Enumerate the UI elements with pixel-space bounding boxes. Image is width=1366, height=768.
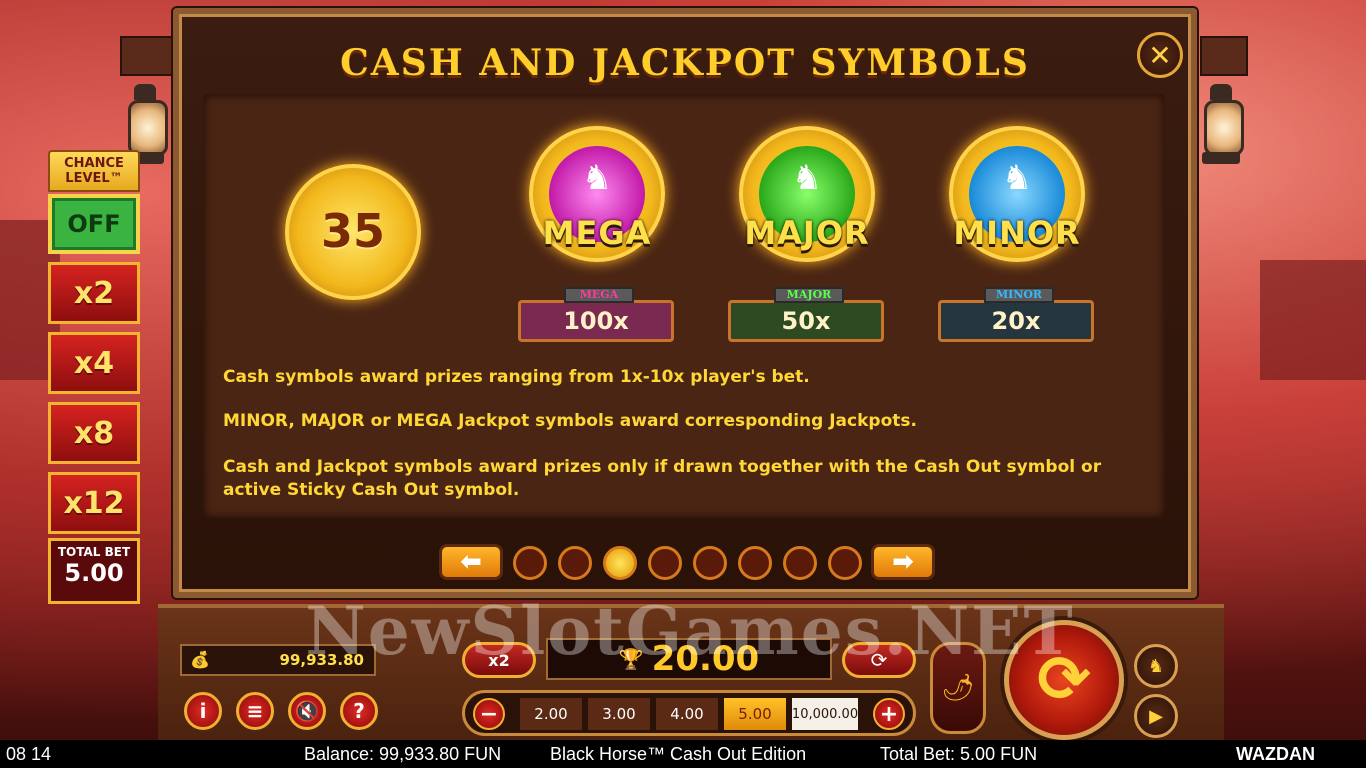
win-display: 🏆 20.00 xyxy=(546,638,832,680)
bet-option-3[interactable]: 4.00 xyxy=(655,697,719,731)
mesa-right xyxy=(1260,260,1366,380)
bet-option-2[interactable]: 3.00 xyxy=(587,697,651,731)
bet-selector: − 2.00 3.00 4.00 5.00 10,000.00 + xyxy=(462,690,916,736)
status-balance: Balance: 99,933.80 FUN xyxy=(304,744,502,764)
control-bar: 💰 99,933.80 i ≡ 🔇 ? x2 🏆 20.00 ⟳ − 2.00 … xyxy=(158,604,1224,744)
bet-increase-button[interactable]: + xyxy=(873,698,905,730)
minor-plate: MINOR 20x xyxy=(938,287,1094,342)
major-plate-value: 50x xyxy=(781,307,831,335)
bet-option-4-selected[interactable]: 5.00 xyxy=(723,697,787,731)
horse-icon: ♞ xyxy=(1001,158,1033,198)
help-button[interactable]: ? xyxy=(340,692,378,730)
money-bag-icon: 💰 xyxy=(190,650,210,669)
bet-decrease-button[interactable]: − xyxy=(473,698,505,730)
chance-level-panel: CHANCE LEVEL™ OFF x2 x4 x8 x12 TOTAL BET… xyxy=(48,150,140,604)
paytable-panel: CASH AND JACKPOT SYMBOLS ✕ 35 ♞ MEGA MEG… xyxy=(173,8,1197,598)
mega-jackpot-coin: ♞ MEGA xyxy=(529,126,665,262)
horse-icon: ♞ xyxy=(791,158,823,198)
status-total-bet: Total Bet: 5.00 FUN xyxy=(880,744,1038,764)
next-page-button[interactable]: ➡ xyxy=(871,544,935,580)
menu-button[interactable]: ≡ xyxy=(236,692,274,730)
chili-pepper-icon[interactable]: 🌶 xyxy=(930,642,986,734)
trophy-icon: 🏆 xyxy=(618,647,644,671)
beam-left xyxy=(120,36,174,76)
mega-plate: MEGA 100x xyxy=(518,287,674,342)
balance-display: 💰 99,933.80 xyxy=(180,644,376,676)
page-dot-5[interactable] xyxy=(693,546,727,580)
page-dot-6[interactable] xyxy=(738,546,772,580)
major-jackpot-coin: ♞ MAJOR xyxy=(739,126,875,262)
beam-right xyxy=(1200,36,1248,76)
page-dot-8[interactable] xyxy=(828,546,862,580)
chance-level-x8-button[interactable]: x8 xyxy=(48,402,140,464)
previous-page-button[interactable]: ⬅ xyxy=(439,544,503,580)
chance-total-bet: TOTAL BET 5.00 xyxy=(48,538,140,604)
balance-value: 99,933.80 xyxy=(279,651,364,669)
chance-level-title: CHANCE LEVEL™ xyxy=(48,150,140,192)
mega-plate-tag: MEGA xyxy=(564,287,634,303)
symbols-content: 35 ♞ MEGA MEGA 100x ♞ MAJOR MAJOR 50x ♞ … xyxy=(203,94,1165,518)
panel-title: CASH AND JACKPOT SYMBOLS xyxy=(340,42,1030,84)
minor-plate-value: 20x xyxy=(991,307,1041,335)
x2-label: x2 xyxy=(488,650,510,670)
cash-symbol-coin: 35 xyxy=(285,164,421,300)
cash-symbol-value: 35 xyxy=(320,204,385,258)
info-line-2: MINOR, MAJOR or MEGA Jackpot symbols awa… xyxy=(223,411,917,431)
minor-plate-tag: MINOR xyxy=(984,287,1054,303)
bet-option-max[interactable]: 10,000.00 xyxy=(791,697,859,731)
mega-plate-value: 100x xyxy=(563,307,629,335)
info-line-3: Cash and Jackpot symbols award prizes on… xyxy=(223,457,1102,500)
status-game-title: Black Horse™ Cash Out Edition xyxy=(550,744,807,764)
turbo-horse-button[interactable]: ♞ xyxy=(1134,644,1178,688)
info-line-1: Cash symbols award prizes ranging from 1… xyxy=(223,367,810,387)
chance-total-bet-label: TOTAL BET xyxy=(57,545,131,559)
autoplay-button[interactable]: ⟳ xyxy=(842,642,916,678)
sound-mute-button[interactable]: 🔇 xyxy=(288,692,326,730)
page-dot-7[interactable] xyxy=(783,546,817,580)
minor-jackpot-coin: ♞ MINOR xyxy=(949,126,1085,262)
lantern-right-icon xyxy=(1196,78,1246,178)
page-dot-4[interactable] xyxy=(648,546,682,580)
spin-button[interactable]: ⟳ xyxy=(1004,620,1124,740)
wazdan-logo: WAZDAN xyxy=(1236,744,1315,764)
minor-coin-label: MINOR xyxy=(953,214,1081,252)
chance-total-bet-value: 5.00 xyxy=(64,559,124,587)
play-autospin-button[interactable]: ▶ xyxy=(1134,694,1178,738)
chance-level-off-button[interactable]: OFF xyxy=(48,194,140,254)
major-plate: MAJOR 50x xyxy=(728,287,884,342)
page-dot-2[interactable] xyxy=(558,546,592,580)
horse-icon: ♞ xyxy=(581,158,613,198)
chance-level-x2-button[interactable]: x2 xyxy=(48,262,140,324)
win-value: 20.00 xyxy=(651,639,760,679)
status-time: 08 14 xyxy=(6,744,52,764)
x2-speed-button[interactable]: x2 xyxy=(462,642,536,678)
page-dot-3[interactable] xyxy=(603,546,637,580)
chance-level-x4-button[interactable]: x4 xyxy=(48,332,140,394)
major-coin-label: MAJOR xyxy=(744,214,870,252)
close-icon[interactable]: ✕ xyxy=(1137,32,1183,78)
mega-coin-label: MEGA xyxy=(542,214,652,252)
status-bar: 08 14 Balance: 99,933.80 FUN Black Horse… xyxy=(0,740,1366,768)
major-plate-tag: MAJOR xyxy=(774,287,844,303)
info-button[interactable]: i xyxy=(184,692,222,730)
bet-option-1[interactable]: 2.00 xyxy=(519,697,583,731)
chance-level-x12-button[interactable]: x12 xyxy=(48,472,140,534)
page-dot-1[interactable] xyxy=(513,546,547,580)
